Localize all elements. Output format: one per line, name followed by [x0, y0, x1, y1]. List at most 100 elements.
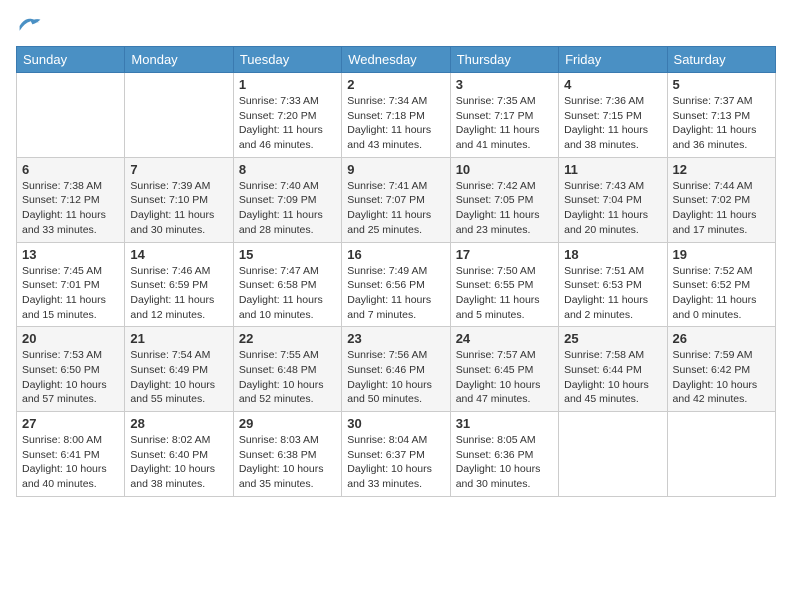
- calendar-cell: 19 Sunrise: 7:52 AM Sunset: 6:52 PM Dayli…: [667, 242, 775, 327]
- day-info: Sunrise: 7:45 AM Sunset: 7:01 PM Dayligh…: [22, 264, 119, 323]
- day-info: Sunrise: 7:46 AM Sunset: 6:59 PM Dayligh…: [130, 264, 227, 323]
- calendar-cell: 13 Sunrise: 7:45 AM Sunset: 7:01 PM Dayli…: [17, 242, 125, 327]
- weekday-header-saturday: Saturday: [667, 47, 775, 73]
- calendar-cell: 21 Sunrise: 7:54 AM Sunset: 6:49 PM Dayli…: [125, 327, 233, 412]
- day-info: Sunrise: 7:43 AM Sunset: 7:04 PM Dayligh…: [564, 179, 661, 238]
- day-number: 28: [130, 416, 227, 431]
- calendar-table: SundayMondayTuesdayWednesdayThursdayFrid…: [16, 46, 776, 497]
- day-number: 25: [564, 331, 661, 346]
- calendar-cell: [667, 412, 775, 497]
- day-number: 30: [347, 416, 444, 431]
- day-number: 18: [564, 247, 661, 262]
- calendar-cell: 11 Sunrise: 7:43 AM Sunset: 7:04 PM Dayli…: [559, 157, 667, 242]
- calendar-week-row: 6 Sunrise: 7:38 AM Sunset: 7:12 PM Daylig…: [17, 157, 776, 242]
- day-number: 4: [564, 77, 661, 92]
- calendar-cell: 30 Sunrise: 8:04 AM Sunset: 6:37 PM Dayli…: [342, 412, 450, 497]
- day-number: 21: [130, 331, 227, 346]
- day-number: 19: [673, 247, 770, 262]
- calendar-cell: 27 Sunrise: 8:00 AM Sunset: 6:41 PM Dayli…: [17, 412, 125, 497]
- day-info: Sunrise: 7:47 AM Sunset: 6:58 PM Dayligh…: [239, 264, 336, 323]
- day-number: 9: [347, 162, 444, 177]
- calendar-cell: 17Sunrise: 7:50 AM Sunset: 6:55 PM Dayli…: [450, 242, 558, 327]
- day-info: Sunrise: 7:49 AM Sunset: 6:56 PM Dayligh…: [347, 264, 444, 323]
- day-info: Sunrise: 7:51 AM Sunset: 6:53 PM Dayligh…: [564, 264, 661, 323]
- day-info: Sunrise: 7:56 AM Sunset: 6:46 PM Dayligh…: [347, 348, 444, 407]
- day-number: 13: [22, 247, 119, 262]
- calendar-cell: 26Sunrise: 7:59 AM Sunset: 6:42 PM Dayli…: [667, 327, 775, 412]
- calendar-cell: 23Sunrise: 7:56 AM Sunset: 6:46 PM Dayli…: [342, 327, 450, 412]
- calendar-cell: 8Sunrise: 7:40 AM Sunset: 7:09 PM Daylig…: [233, 157, 341, 242]
- calendar-week-row: 27 Sunrise: 8:00 AM Sunset: 6:41 PM Dayli…: [17, 412, 776, 497]
- calendar-cell: 7 Sunrise: 7:39 AM Sunset: 7:10 PM Daylig…: [125, 157, 233, 242]
- day-number: 17: [456, 247, 553, 262]
- logo: [16, 16, 42, 36]
- day-number: 20: [22, 331, 119, 346]
- day-info: Sunrise: 7:34 AM Sunset: 7:18 PM Dayligh…: [347, 94, 444, 153]
- calendar-cell: 22 Sunrise: 7:55 AM Sunset: 6:48 PM Dayli…: [233, 327, 341, 412]
- calendar-cell: 6 Sunrise: 7:38 AM Sunset: 7:12 PM Daylig…: [17, 157, 125, 242]
- day-number: 27: [22, 416, 119, 431]
- calendar-cell: 31 Sunrise: 8:05 AM Sunset: 6:36 PM Dayli…: [450, 412, 558, 497]
- logo-bird-icon: [18, 16, 42, 36]
- day-number: 12: [673, 162, 770, 177]
- day-number: 26: [673, 331, 770, 346]
- day-info: Sunrise: 7:54 AM Sunset: 6:49 PM Dayligh…: [130, 348, 227, 407]
- day-number: 29: [239, 416, 336, 431]
- day-number: 14: [130, 247, 227, 262]
- weekday-header-friday: Friday: [559, 47, 667, 73]
- calendar-week-row: 1 Sunrise: 7:33 AM Sunset: 7:20 PM Daylig…: [17, 73, 776, 158]
- calendar-header-row: SundayMondayTuesdayWednesdayThursdayFrid…: [17, 47, 776, 73]
- day-info: Sunrise: 8:03 AM Sunset: 6:38 PM Dayligh…: [239, 433, 336, 492]
- day-number: 15: [239, 247, 336, 262]
- calendar-cell: 15 Sunrise: 7:47 AM Sunset: 6:58 PM Dayli…: [233, 242, 341, 327]
- day-info: Sunrise: 7:38 AM Sunset: 7:12 PM Dayligh…: [22, 179, 119, 238]
- calendar-cell: 25Sunrise: 7:58 AM Sunset: 6:44 PM Dayli…: [559, 327, 667, 412]
- day-info: Sunrise: 7:55 AM Sunset: 6:48 PM Dayligh…: [239, 348, 336, 407]
- day-info: Sunrise: 8:00 AM Sunset: 6:41 PM Dayligh…: [22, 433, 119, 492]
- calendar-week-row: 20 Sunrise: 7:53 AM Sunset: 6:50 PM Dayli…: [17, 327, 776, 412]
- calendar-week-row: 13 Sunrise: 7:45 AM Sunset: 7:01 PM Dayli…: [17, 242, 776, 327]
- day-number: 22: [239, 331, 336, 346]
- day-number: 31: [456, 416, 553, 431]
- calendar-cell: 9Sunrise: 7:41 AM Sunset: 7:07 PM Daylig…: [342, 157, 450, 242]
- calendar-cell: 18 Sunrise: 7:51 AM Sunset: 6:53 PM Dayli…: [559, 242, 667, 327]
- page-header: [16, 16, 776, 36]
- calendar-cell: 28Sunrise: 8:02 AM Sunset: 6:40 PM Dayli…: [125, 412, 233, 497]
- day-info: Sunrise: 7:44 AM Sunset: 7:02 PM Dayligh…: [673, 179, 770, 238]
- calendar-cell: 20 Sunrise: 7:53 AM Sunset: 6:50 PM Dayli…: [17, 327, 125, 412]
- day-info: Sunrise: 7:57 AM Sunset: 6:45 PM Dayligh…: [456, 348, 553, 407]
- day-info: Sunrise: 7:52 AM Sunset: 6:52 PM Dayligh…: [673, 264, 770, 323]
- day-number: 16: [347, 247, 444, 262]
- calendar-cell: 29 Sunrise: 8:03 AM Sunset: 6:38 PM Dayli…: [233, 412, 341, 497]
- weekday-header-monday: Monday: [125, 47, 233, 73]
- weekday-header-wednesday: Wednesday: [342, 47, 450, 73]
- day-info: Sunrise: 7:33 AM Sunset: 7:20 PM Dayligh…: [239, 94, 336, 153]
- day-info: Sunrise: 7:37 AM Sunset: 7:13 PM Dayligh…: [673, 94, 770, 153]
- calendar-cell: 5 Sunrise: 7:37 AM Sunset: 7:13 PM Daylig…: [667, 73, 775, 158]
- calendar-cell: [559, 412, 667, 497]
- day-info: Sunrise: 8:05 AM Sunset: 6:36 PM Dayligh…: [456, 433, 553, 492]
- day-number: 5: [673, 77, 770, 92]
- day-info: Sunrise: 7:53 AM Sunset: 6:50 PM Dayligh…: [22, 348, 119, 407]
- calendar-cell: 4Sunrise: 7:36 AM Sunset: 7:15 PM Daylig…: [559, 73, 667, 158]
- day-info: Sunrise: 7:39 AM Sunset: 7:10 PM Dayligh…: [130, 179, 227, 238]
- day-number: 3: [456, 77, 553, 92]
- calendar-cell: [125, 73, 233, 158]
- day-number: 10: [456, 162, 553, 177]
- calendar-cell: 1 Sunrise: 7:33 AM Sunset: 7:20 PM Daylig…: [233, 73, 341, 158]
- day-number: 7: [130, 162, 227, 177]
- day-info: Sunrise: 7:35 AM Sunset: 7:17 PM Dayligh…: [456, 94, 553, 153]
- day-number: 6: [22, 162, 119, 177]
- day-number: 2: [347, 77, 444, 92]
- day-number: 1: [239, 77, 336, 92]
- day-info: Sunrise: 7:42 AM Sunset: 7:05 PM Dayligh…: [456, 179, 553, 238]
- weekday-header-thursday: Thursday: [450, 47, 558, 73]
- day-info: Sunrise: 7:40 AM Sunset: 7:09 PM Dayligh…: [239, 179, 336, 238]
- calendar-cell: 12 Sunrise: 7:44 AM Sunset: 7:02 PM Dayli…: [667, 157, 775, 242]
- calendar-cell: 3 Sunrise: 7:35 AM Sunset: 7:17 PM Daylig…: [450, 73, 558, 158]
- calendar-cell: 10 Sunrise: 7:42 AM Sunset: 7:05 PM Dayli…: [450, 157, 558, 242]
- calendar-cell: 14 Sunrise: 7:46 AM Sunset: 6:59 PM Dayli…: [125, 242, 233, 327]
- day-info: Sunrise: 8:04 AM Sunset: 6:37 PM Dayligh…: [347, 433, 444, 492]
- calendar-cell: 24Sunrise: 7:57 AM Sunset: 6:45 PM Dayli…: [450, 327, 558, 412]
- day-number: 11: [564, 162, 661, 177]
